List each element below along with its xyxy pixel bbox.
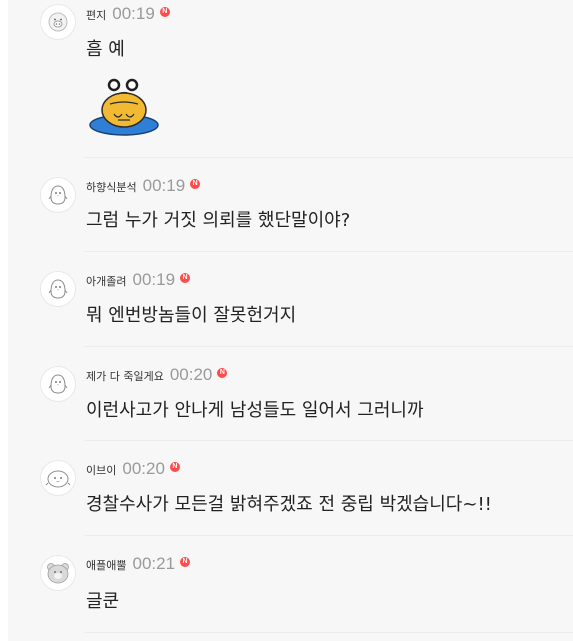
timestamp: 00:20 [122,459,165,478]
timestamp: 00:19 [112,4,155,23]
comment-text: 흠 예 [86,39,125,60]
crying-pumpkin-emoticon [89,78,159,136]
penguin-avatar[interactable] [40,366,76,402]
penguin-avatar[interactable] [40,271,76,307]
pig-face-avatar[interactable] [40,4,76,40]
comment-list: 편지 00:19 N 흠 예 하향식분석 00:19 N 그럼 누가 거짓 의뢰… [8,0,573,641]
comment-divider [84,535,573,536]
new-badge: N [217,368,228,378]
comment-text: 이런사고가 안나게 남성들도 일어서 그러니까 [86,400,424,421]
new-badge: N [180,273,191,283]
nickname[interactable]: 아개졸려 [86,273,126,289]
timestamp: 00:19 [132,270,176,289]
comment-meta: 이브이 00:20 N [86,459,180,481]
comment-divider [84,251,573,252]
nickname[interactable]: 하향식분석 [86,179,137,195]
nickname[interactable]: 제가 다 죽일게요 [86,368,164,384]
comment-text: 글쿤 [86,591,120,612]
comment-text: 경찰수사가 모든걸 밝혀주겠죠 전 중립 박겠습니다~!! [86,494,492,515]
nickname[interactable]: 애플애뿔 [86,557,126,573]
comment-meta: 제가 다 죽일게요 00:20 N [86,365,228,387]
comment-divider [84,632,573,633]
penguin-avatar[interactable] [40,177,76,213]
timestamp: 00:19 [142,176,186,195]
new-badge: N [169,462,180,472]
new-badge: N [180,557,191,567]
new-badge: N [190,179,201,189]
blob-avatar[interactable] [40,460,76,496]
timestamp: 00:20 [169,365,213,384]
comment-meta: 하향식분석 00:19 N [86,176,201,198]
comment-meta: 애플애뿔 00:21 N [86,554,191,576]
comment-divider [84,346,573,347]
nickname[interactable]: 편지 [86,7,106,23]
new-badge: N [159,7,170,17]
comment-divider [84,157,573,158]
comment-text: 뭐 엔번방놈들이 잘못헌거지 [86,305,297,326]
timestamp: 00:21 [132,554,176,573]
comment-meta: 편지 00:19 N [86,4,170,26]
bear-avatar[interactable] [40,555,76,591]
comment-divider [84,440,573,441]
nickname[interactable]: 이브이 [86,462,116,478]
comment-text: 그럼 누가 거짓 의뢰를 했단말이야? [86,210,351,231]
comment-meta: 아개졸려 00:19 N [86,270,191,292]
